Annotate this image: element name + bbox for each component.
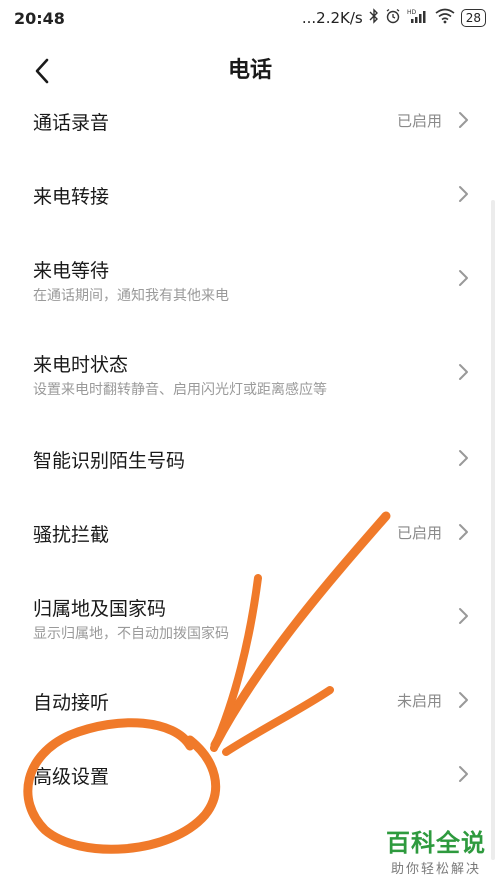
- settings-item-call-forwarding[interactable]: 来电转接: [0, 158, 500, 234]
- settings-item-value: 已启用: [396, 524, 442, 542]
- status-bar: 20:48 ...2.2K/s HD 28: [0, 0, 500, 36]
- battery-indicator: 28: [460, 9, 486, 27]
- svg-text:HD: HD: [407, 9, 417, 16]
- watermark: 百科全说 助你轻松解决: [386, 823, 486, 877]
- wifi-icon: [435, 8, 455, 28]
- settings-item-advanced[interactable]: 高级设置: [0, 740, 500, 816]
- settings-item-value: 未启用: [396, 692, 442, 710]
- chevron-right-icon: [459, 450, 468, 466]
- settings-item-title: 智能识别陌生号码: [33, 450, 186, 472]
- settings-item-auto-answer[interactable]: 自动接听 未启用: [0, 664, 500, 740]
- chevron-right-icon: [459, 608, 468, 624]
- chevron-right-icon: [459, 766, 468, 782]
- settings-item-title: 归属地及国家码: [33, 598, 167, 620]
- settings-item-title: 来电等待: [33, 260, 110, 282]
- settings-item-title: 来电时状态: [33, 354, 129, 376]
- settings-item-call-waiting[interactable]: 来电等待 在通话期间，通知我有其他来电: [0, 234, 500, 328]
- watermark-subtitle: 助你轻松解决: [390, 862, 481, 877]
- settings-item-subtitle: 显示归属地，不自动加拨国家码: [33, 626, 229, 642]
- watermark-title: 百科全说: [386, 829, 486, 857]
- network-speed: ...2.2K/s: [301, 9, 363, 27]
- bluetooth-icon: [369, 8, 379, 28]
- alarm-icon: [385, 8, 401, 28]
- hd-signal-icon: HD: [407, 8, 429, 28]
- settings-item-subtitle: 在通话期间，通知我有其他来电: [33, 288, 229, 304]
- chevron-right-icon: [459, 112, 468, 128]
- settings-item-spam-blocking[interactable]: 骚扰拦截 已启用: [0, 496, 500, 572]
- chevron-right-icon: [459, 270, 468, 286]
- chevron-right-icon: [459, 524, 468, 540]
- settings-item-title: 来电转接: [33, 186, 110, 208]
- status-time: 20:48: [14, 8, 65, 28]
- settings-item-caller-location[interactable]: 归属地及国家码 显示归属地，不自动加拨国家码: [0, 572, 500, 664]
- chevron-right-icon: [459, 364, 468, 380]
- settings-item-smart-caller-id[interactable]: 智能识别陌生号码: [0, 420, 500, 496]
- page-title: 电话: [227, 58, 272, 83]
- chevron-right-icon: [459, 692, 468, 708]
- chevron-right-icon: [459, 186, 468, 202]
- settings-item-value: 已启用: [396, 112, 442, 130]
- settings-item-call-recording[interactable]: 通话录音 已启用: [0, 84, 500, 158]
- settings-item-subtitle: 设置来电时翻转静音、启用闪光灯或距离感应等: [33, 382, 327, 398]
- settings-item-title: 通话录音: [33, 112, 110, 134]
- settings-item-title: 骚扰拦截: [33, 524, 110, 546]
- settings-item-title: 高级设置: [33, 766, 110, 788]
- status-icons: ...2.2K/s HD 28: [302, 8, 486, 28]
- settings-item-title: 自动接听: [33, 692, 110, 714]
- settings-item-incoming-call-state[interactable]: 来电时状态 设置来电时翻转静音、启用闪光灯或距离感应等: [0, 328, 500, 420]
